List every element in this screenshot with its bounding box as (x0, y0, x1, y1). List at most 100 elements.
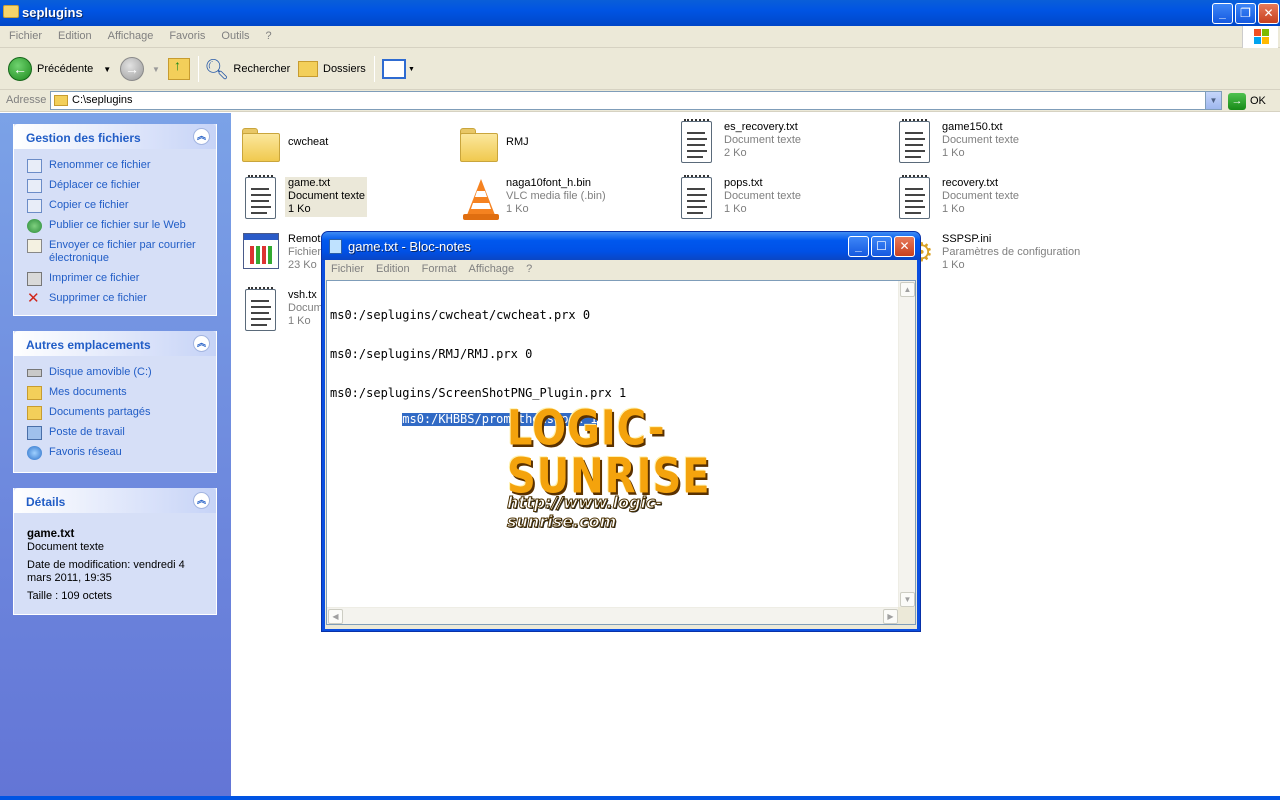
task-move[interactable]: Déplacer ce fichier (14, 179, 216, 193)
address-dropdown-icon[interactable]: ▼ (1205, 92, 1221, 109)
file-item[interactable]: recovery.txt Document texte 1 Ko (894, 175, 1094, 225)
scroll-right-icon[interactable]: ▶ (883, 609, 898, 624)
collapse-chevron-icon[interactable]: ︽ (193, 492, 210, 509)
place-network[interactable]: Favoris réseau (14, 446, 216, 460)
resize-grip-icon[interactable] (898, 607, 915, 624)
task-delete[interactable]: ✕ Supprimer ce fichier (14, 290, 216, 307)
text-document-icon (676, 175, 720, 221)
go-button[interactable]: → OK (1228, 92, 1266, 110)
scroll-down-icon[interactable]: ▼ (900, 592, 915, 607)
window-title: seplugins (22, 5, 83, 20)
maximize-button[interactable]: ❐ (1235, 3, 1256, 24)
menu-fichier[interactable]: Fichier (0, 26, 49, 42)
close-button[interactable]: ✕ (1258, 3, 1279, 24)
file-item[interactable]: cwcheat (240, 122, 440, 172)
menu-edition[interactable]: Edition (49, 26, 99, 42)
task-print[interactable]: Imprimer ce fichier (14, 272, 216, 286)
scroll-up-icon[interactable]: ▲ (900, 282, 915, 297)
title-bar[interactable]: seplugins _ ❐ ✕ (0, 0, 1280, 26)
notepad-menu-affichage[interactable]: Affichage (463, 260, 521, 275)
bottom-border (0, 796, 1280, 800)
views-button[interactable]: ▼ (382, 55, 415, 83)
notepad-menu-format[interactable]: Format (416, 260, 463, 275)
address-input[interactable]: C:\seplugins ▼ (50, 91, 1222, 110)
place-my-computer[interactable]: Poste de travail (14, 426, 216, 440)
file-item[interactable]: game.txt Document texte 1 Ko (240, 175, 440, 225)
web-publish-icon (27, 219, 42, 233)
text-line: ms0:/seplugins/RMJ/RMJ.prx 0 (330, 347, 533, 361)
up-folder-icon: ↑ (168, 57, 190, 80)
notepad-minimize-button[interactable]: _ (848, 236, 869, 257)
file-item[interactable]: pops.txt Document texte 1 Ko (676, 175, 876, 225)
task-copy[interactable]: Copier ce fichier (14, 199, 216, 213)
forward-arrow-icon: → (120, 57, 144, 81)
address-label: Adresse (6, 94, 47, 106)
details-panel: Détails ︽ game.txt Document texte Date d… (13, 488, 217, 615)
views-icon (382, 59, 406, 79)
menu-affichage[interactable]: Affichage (99, 26, 161, 42)
place-shared-documents[interactable]: Documents partagés (14, 406, 216, 420)
notepad-maximize-button[interactable]: ☐ (871, 236, 892, 257)
menu-help[interactable]: ? (257, 26, 279, 42)
details-modified: Date de modification: vendredi 4 mars 20… (27, 559, 185, 584)
scroll-left-icon[interactable]: ◀ (328, 609, 343, 624)
vertical-scrollbar[interactable]: ▲ ▼ (898, 281, 915, 608)
text-line: ms0:/seplugins/cwcheat/cwcheat.prx 0 (330, 308, 591, 322)
file-item[interactable]: game150.txt Document texte 1 Ko (894, 119, 1094, 169)
delete-icon: ✕ (27, 290, 40, 307)
file-item[interactable]: es_recovery.txt Document texte 2 Ko (676, 119, 876, 169)
other-places-panel: Autres emplacements ︽ Disque amovible (C… (13, 331, 217, 473)
collapse-chevron-icon[interactable]: ︽ (193, 128, 210, 145)
notepad-menu-edition[interactable]: Edition (370, 260, 416, 275)
other-places-header[interactable]: Autres emplacements ︽ (14, 331, 216, 356)
notepad-title: game.txt - Bloc-notes (348, 239, 471, 254)
notepad-menu-help[interactable]: ? (520, 260, 538, 275)
notepad-menu-fichier[interactable]: Fichier (325, 260, 370, 275)
text-document-icon (240, 287, 284, 333)
search-button[interactable]: 🔍︎ Rechercher (204, 55, 290, 83)
back-dropdown-icon[interactable]: ▼ (103, 65, 111, 74)
task-publish-web[interactable]: Publier ce fichier sur le Web (14, 219, 216, 233)
file-item[interactable]: naga10font_h.bin VLC media file (.bin) 1… (458, 175, 658, 225)
file-item[interactable]: ⚙ SSPSP.ini Paramètres de configuration … (894, 231, 1094, 281)
forward-button[interactable]: → ▼ (120, 55, 160, 83)
my-computer-icon (27, 426, 42, 440)
menu-outils[interactable]: Outils (212, 26, 256, 42)
rename-icon (27, 159, 42, 173)
minimize-button[interactable]: _ (1212, 3, 1233, 24)
folders-button[interactable]: Dossiers (298, 55, 366, 83)
menu-favoris[interactable]: Favoris (160, 26, 212, 42)
notepad-text-area[interactable]: ms0:/seplugins/cwcheat/cwcheat.prx 0 ms0… (326, 280, 916, 625)
folders-icon (298, 61, 318, 77)
notepad-window[interactable]: game.txt - Bloc-notes _ ☐ ✕ Fichier Editi… (321, 231, 921, 632)
up-folder-button[interactable]: ↑ (168, 55, 190, 83)
horizontal-scrollbar[interactable]: ◀ ▶ (327, 607, 899, 624)
folder-icon (3, 5, 19, 18)
details-header[interactable]: Détails ︽ (14, 488, 216, 513)
folder-icon (240, 122, 284, 168)
email-icon (27, 239, 42, 253)
copy-icon (27, 199, 42, 213)
notepad-close-button[interactable]: ✕ (894, 236, 915, 257)
task-email[interactable]: Envoyer ce fichier par courrier électron… (14, 239, 216, 265)
task-pane: Gestion des fichiers ︽ Renommer ce fichi… (0, 113, 231, 796)
back-button[interactable]: ← Précédente ▼ (8, 55, 111, 83)
windows-logo-icon (1242, 26, 1278, 48)
forward-dropdown-icon[interactable]: ▼ (152, 65, 160, 74)
move-icon (27, 179, 42, 193)
place-removable-disk[interactable]: Disque amovible (C:) (14, 366, 216, 379)
toolbar: ← Précédente ▼ → ▼ ↑ 🔍︎ Rechercher Dossi… (0, 48, 1280, 90)
details-size: Taille : 109 octets (27, 590, 112, 602)
collapse-chevron-icon[interactable]: ︽ (193, 335, 210, 352)
place-my-documents[interactable]: Mes documents (14, 386, 216, 400)
folder-icon (458, 122, 502, 168)
application-icon (240, 231, 284, 277)
logic-sunrise-watermark: LOGIC-SUNRISE http://www.logic-sunrise.c… (507, 401, 711, 532)
file-tasks-header[interactable]: Gestion des fichiers ︽ (14, 124, 216, 149)
notepad-title-bar[interactable]: game.txt - Bloc-notes _ ☐ ✕ (322, 232, 920, 260)
notepad-icon (329, 239, 342, 254)
file-item[interactable]: RMJ (458, 122, 658, 172)
task-rename[interactable]: Renommer ce fichier (14, 159, 216, 173)
menu-bar: Fichier Edition Affichage Favoris Outils? (0, 26, 1280, 48)
text-document-icon (676, 119, 720, 165)
